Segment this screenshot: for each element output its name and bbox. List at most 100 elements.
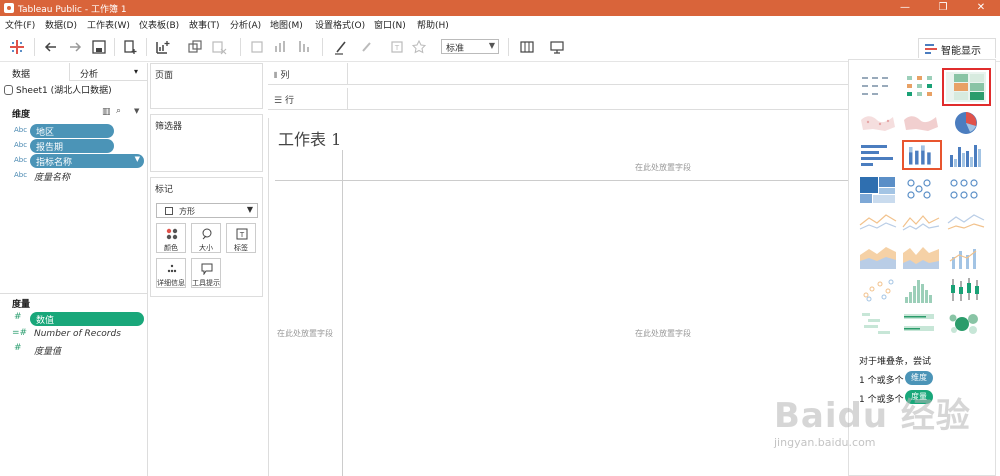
columns-shelf[interactable]: ⦀ 列 bbox=[268, 63, 848, 85]
tab-menu-icon[interactable]: ▾ bbox=[134, 67, 138, 76]
data-source-item[interactable]: Sheet1 (湖北人口数据) bbox=[0, 83, 148, 99]
chart-scatter-plot[interactable] bbox=[858, 275, 898, 305]
pages-card[interactable]: 页面 bbox=[150, 63, 263, 109]
chart-area-continuous[interactable] bbox=[858, 241, 898, 271]
drop-field-columns[interactable]: 在此处放置字段 bbox=[635, 162, 691, 173]
chart-dual-lines[interactable] bbox=[946, 207, 986, 237]
chart-packed-bubbles[interactable] bbox=[946, 308, 986, 338]
chart-filled-map[interactable] bbox=[901, 108, 941, 138]
swap-icon[interactable] bbox=[248, 38, 266, 56]
field-dimension[interactable]: Abc 报告期 bbox=[0, 139, 148, 153]
menu-file[interactable]: 文件(F) bbox=[5, 18, 35, 31]
chart-box-and-whisker[interactable] bbox=[946, 275, 986, 305]
tooltip-button[interactable]: 工具提示 bbox=[191, 258, 221, 288]
mark-type-select[interactable]: 方形 ▼ bbox=[156, 203, 258, 218]
chart-highlight-table[interactable] bbox=[946, 72, 986, 102]
chart-continuous-lines[interactable] bbox=[858, 207, 898, 237]
rows-label: ☰ 行 bbox=[274, 93, 294, 106]
filters-card[interactable]: 筛选器 bbox=[150, 114, 263, 172]
restore-icon[interactable]: ❐ bbox=[924, 0, 962, 16]
field-measure[interactable]: =# Number of Records bbox=[0, 328, 148, 342]
chart-stacked-bars[interactable] bbox=[902, 140, 942, 170]
chart-side-by-side-bars[interactable] bbox=[946, 141, 986, 171]
field-pill[interactable]: 地区 bbox=[30, 124, 114, 138]
label-icon[interactable]: T bbox=[388, 38, 406, 56]
chart-bullet-graph[interactable] bbox=[901, 308, 941, 338]
clear-sheet-icon[interactable] bbox=[210, 38, 228, 56]
chart-area-discrete[interactable] bbox=[901, 241, 941, 271]
field-pill[interactable]: 报告期 bbox=[30, 139, 114, 153]
worksheet-canvas[interactable]: 工作表 1 在此处放置字段 在此处放置字段 在此处放置字段 bbox=[268, 118, 849, 476]
presentation-mode-icon[interactable] bbox=[548, 38, 566, 56]
drop-field-rows[interactable]: 在此处放置字段 bbox=[277, 328, 333, 339]
menu-help[interactable]: 帮助(H) bbox=[417, 18, 449, 31]
chart-heat-map[interactable] bbox=[901, 72, 941, 102]
minimize-icon[interactable]: — bbox=[886, 0, 924, 16]
menu-map[interactable]: 地图(M) bbox=[270, 18, 303, 31]
chart-text-table[interactable] bbox=[858, 72, 898, 102]
chart-dual-combination[interactable] bbox=[946, 241, 986, 271]
menu-dashboard[interactable]: 仪表板(B) bbox=[139, 18, 179, 31]
save-icon[interactable] bbox=[90, 38, 108, 56]
chevron-down-icon: ▼ bbox=[134, 155, 140, 163]
close-icon[interactable]: ✕ bbox=[962, 0, 1000, 16]
tab-analysis[interactable]: 分析 bbox=[80, 67, 98, 80]
detail-button[interactable]: 详细信息 bbox=[156, 258, 186, 288]
sort-ascending-icon[interactable] bbox=[272, 38, 290, 56]
sheet-title[interactable]: 工作表 1 bbox=[278, 126, 341, 150]
rows-shelf[interactable]: ☰ 行 bbox=[268, 88, 848, 110]
field-pill[interactable]: 指标名称 ▼ bbox=[30, 154, 144, 168]
chevron-down-icon: ▼ bbox=[488, 41, 495, 50]
calc-number-type-icon: =# bbox=[12, 328, 28, 338]
color-button[interactable]: 颜色 bbox=[156, 223, 186, 253]
field-label: 指标名称 bbox=[36, 158, 73, 168]
field-pill[interactable]: 数值 bbox=[30, 312, 144, 326]
sort-descending-icon[interactable] bbox=[296, 38, 314, 56]
group-icon[interactable] bbox=[358, 38, 376, 56]
menu-story[interactable]: 故事(T) bbox=[189, 18, 220, 31]
field-dimension[interactable]: Abc 地区 bbox=[0, 124, 148, 138]
menu-analysis[interactable]: 分析(A) bbox=[230, 18, 261, 31]
field-measure[interactable]: # 数值 bbox=[0, 312, 148, 326]
chart-discrete-lines[interactable] bbox=[901, 207, 941, 237]
highlight-icon[interactable] bbox=[332, 38, 350, 56]
fit-select[interactable]: 标准 ▼ bbox=[441, 39, 499, 54]
data-pane: 数据 分析 ▾ Sheet1 (湖北人口数据) 维度 ▥ ⌕ ▼ Abc 地区 … bbox=[0, 63, 148, 476]
redo-icon[interactable] bbox=[66, 38, 84, 56]
chart-circle-views[interactable] bbox=[901, 175, 941, 205]
menu-worksheet[interactable]: 工作表(W) bbox=[87, 18, 130, 31]
measures-header: 度量 bbox=[0, 297, 148, 311]
field-measure[interactable]: # 度量值 bbox=[0, 343, 148, 357]
chart-gantt[interactable] bbox=[858, 308, 898, 338]
tableau-window: Tableau Public - 工作簿 1 — ❐ ✕ 文件(F) 数据(D)… bbox=[0, 0, 1000, 476]
menu-data[interactable]: 数据(D) bbox=[45, 18, 77, 31]
show-cards-icon[interactable] bbox=[518, 38, 536, 56]
chart-histogram[interactable] bbox=[901, 275, 941, 305]
chart-pie[interactable] bbox=[946, 108, 986, 138]
chart-symbol-map[interactable] bbox=[858, 108, 898, 138]
drop-field-center[interactable]: 在此处放置字段 bbox=[635, 328, 691, 339]
chart-horizontal-bars[interactable] bbox=[858, 141, 898, 171]
fix-axes-icon[interactable] bbox=[410, 38, 428, 56]
view-toggle-icon[interactable]: ▥ bbox=[102, 107, 111, 117]
duplicate-icon[interactable] bbox=[186, 38, 204, 56]
filters-title: 筛选器 bbox=[155, 122, 183, 132]
dimensions-menu-icon[interactable]: ▼ bbox=[134, 107, 139, 115]
chart-treemap[interactable] bbox=[858, 175, 898, 205]
chart-side-by-side-circles[interactable] bbox=[946, 175, 986, 205]
tab-data[interactable]: 数据 bbox=[0, 63, 70, 81]
menu-format[interactable]: 设置格式(O) bbox=[315, 18, 365, 31]
field-dimension[interactable]: Abc 度量名称 bbox=[0, 169, 148, 183]
new-worksheet-icon[interactable] bbox=[154, 38, 172, 56]
size-button[interactable]: 大小 bbox=[191, 223, 221, 253]
new-data-source-icon[interactable] bbox=[122, 38, 140, 56]
field-dimension[interactable]: Abc 指标名称 ▼ bbox=[0, 154, 148, 168]
search-icon[interactable]: ⌕ bbox=[116, 106, 121, 116]
marks-title: 标记 bbox=[155, 185, 174, 195]
tableau-spark-icon[interactable] bbox=[8, 38, 26, 56]
show-me-button[interactable]: 智能显示 bbox=[918, 38, 996, 58]
undo-icon[interactable] bbox=[42, 38, 60, 56]
hint-dimension-pill: 维度 bbox=[905, 371, 933, 385]
menu-window[interactable]: 窗口(N) bbox=[374, 18, 406, 31]
label-button[interactable]: T 标签 bbox=[226, 223, 256, 253]
